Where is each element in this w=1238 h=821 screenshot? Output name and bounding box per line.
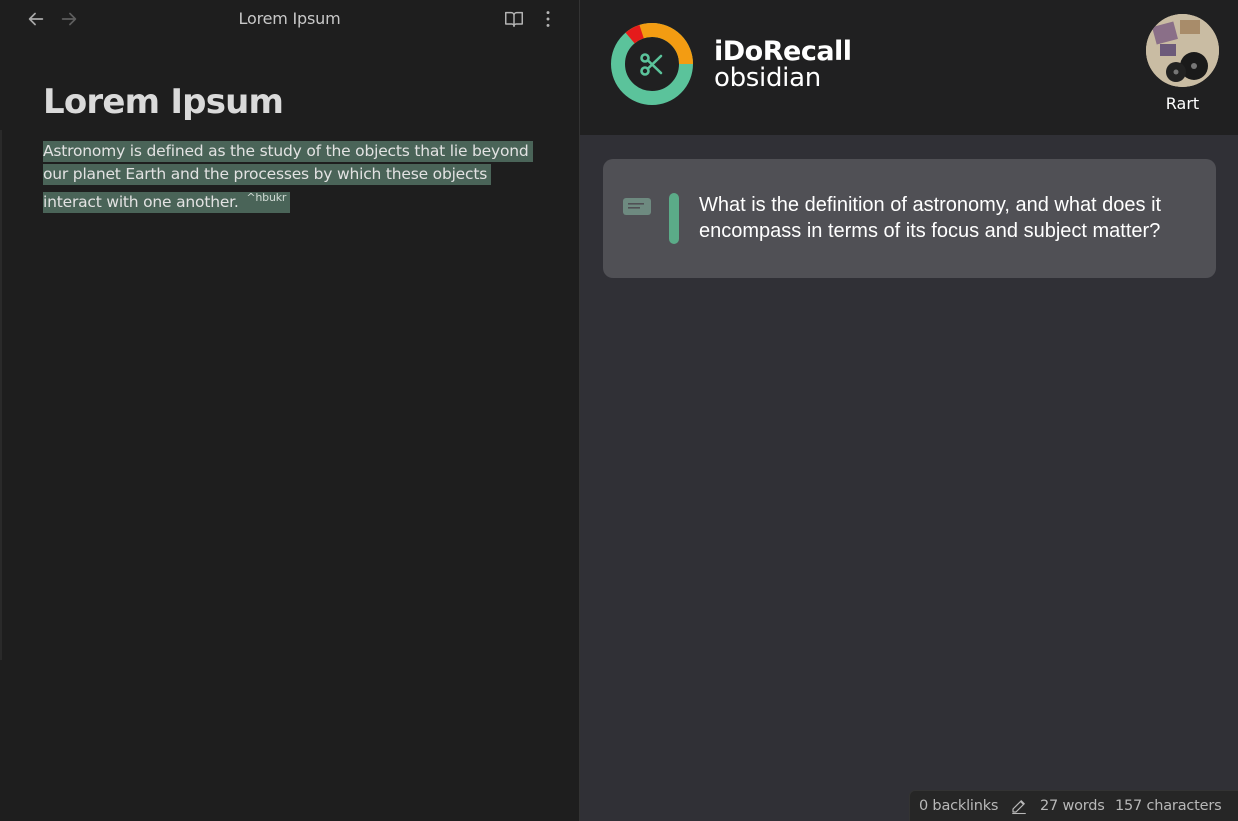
message-icon — [622, 197, 652, 217]
arrow-left-icon — [28, 12, 44, 26]
note-tab-title[interactable]: Lorem Ipsum — [0, 9, 579, 28]
block-id: ^hbukr — [246, 191, 287, 204]
arrow-right-icon — [61, 12, 77, 26]
reading-view-button[interactable] — [503, 8, 525, 30]
pane-edge — [0, 130, 2, 660]
highlighted-text[interactable]: Astronomy is defined as the study of the… — [43, 141, 533, 214]
user-avatar[interactable] — [1146, 14, 1219, 87]
note-heading: Lorem Ipsum — [43, 82, 284, 122]
plugin-header: iDoRecall obsidian Rart — [580, 0, 1238, 135]
character-count: 157 characters — [1115, 798, 1222, 814]
word-count: 27 words — [1040, 798, 1105, 814]
user-name[interactable]: Rart — [1146, 94, 1219, 113]
status-bar: 0 backlinks 27 words 157 characters — [909, 790, 1238, 821]
note-pane: Lorem Ipsum Lorem Ipsum Astronomy is def… — [0, 0, 580, 821]
note-paragraph[interactable]: Astronomy is defined as the study of the… — [43, 140, 533, 214]
book-open-icon — [505, 11, 523, 28]
more-vertical-icon — [546, 11, 550, 27]
idorecall-pane: iDoRecall obsidian Rart What is the defi… — [580, 0, 1238, 821]
card-accent-bar — [669, 193, 679, 244]
more-options-button[interactable] — [537, 8, 559, 30]
forward-button[interactable] — [58, 8, 80, 30]
recall-question: What is the definition of astronomy, and… — [699, 194, 1162, 242]
recall-card[interactable]: What is the definition of astronomy, and… — [603, 159, 1216, 278]
note-view-header: Lorem Ipsum — [0, 0, 579, 38]
scissors-donut-logo-icon — [610, 22, 694, 106]
backlinks-count[interactable]: 0 backlinks — [919, 798, 998, 814]
back-button[interactable] — [25, 8, 47, 30]
brand-subtitle: obsidian — [714, 63, 821, 93]
pencil-icon[interactable] — [1010, 797, 1028, 815]
